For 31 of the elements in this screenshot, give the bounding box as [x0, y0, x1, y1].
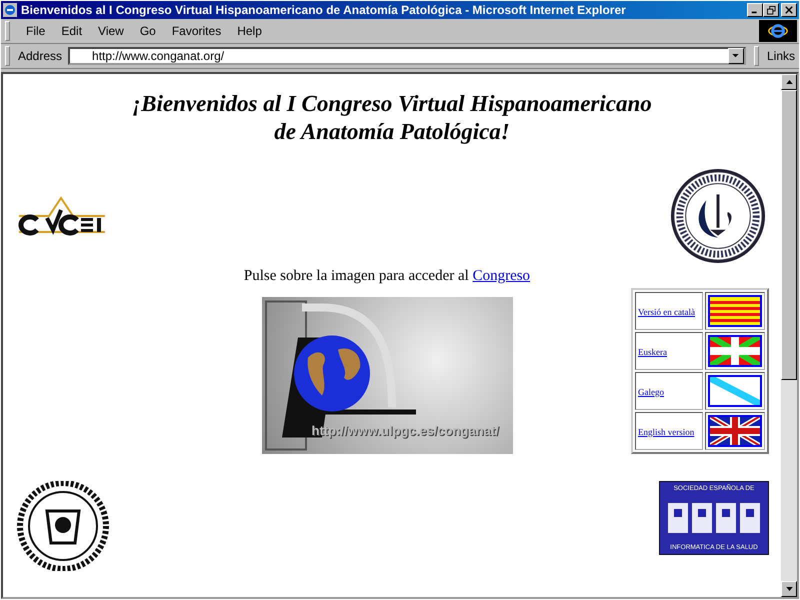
- menu-item[interactable]: Favorites: [164, 24, 230, 38]
- vertical-scrollbar[interactable]: [781, 74, 797, 597]
- congreso-link[interactable]: Congreso: [472, 268, 530, 284]
- window-title: Bienvenidos al I Congreso Virtual Hispanoamericano de Anatomía Patológica - Microsoft Internet Explorer: [21, 3, 627, 17]
- close-button[interactable]: [781, 3, 797, 17]
- language-link[interactable]: Galego: [638, 386, 664, 396]
- minimize-button[interactable]: [747, 3, 763, 17]
- restore-icon: [766, 6, 776, 14]
- flag-icon[interactable]: [708, 375, 762, 407]
- down-arrow-icon: [786, 587, 792, 591]
- page-heading: ¡Bienvenidos al I Congreso Virtual Hispanoamericano de Anatomía Patológica!: [131, 90, 653, 146]
- links-button[interactable]: Links: [766, 49, 795, 63]
- restore-button[interactable]: [763, 3, 779, 17]
- scroll-thumb[interactable]: [781, 90, 797, 380]
- browser-icon: [3, 3, 17, 17]
- flag-icon[interactable]: [708, 335, 762, 367]
- flag-icon[interactable]: [708, 295, 762, 327]
- language-link[interactable]: Euskera: [638, 346, 667, 356]
- intro-text: Pulse sobre la imagen para acceder al Congreso: [244, 268, 530, 285]
- address-field[interactable]: http://www.conganat.org/: [68, 47, 746, 65]
- menu-item[interactable]: View: [90, 24, 132, 38]
- close-icon: [785, 6, 793, 14]
- menu-item[interactable]: File: [18, 24, 54, 38]
- dropdown-button[interactable]: [728, 48, 744, 64]
- address-label: Address: [18, 49, 62, 63]
- menu-item[interactable]: Help: [229, 24, 270, 38]
- flag-icon[interactable]: [708, 415, 762, 447]
- up-arrow-icon: [786, 80, 792, 84]
- menu-item[interactable]: Edit: [53, 24, 90, 38]
- caret-icon: [732, 54, 740, 58]
- menu-item[interactable]: Go: [132, 24, 164, 38]
